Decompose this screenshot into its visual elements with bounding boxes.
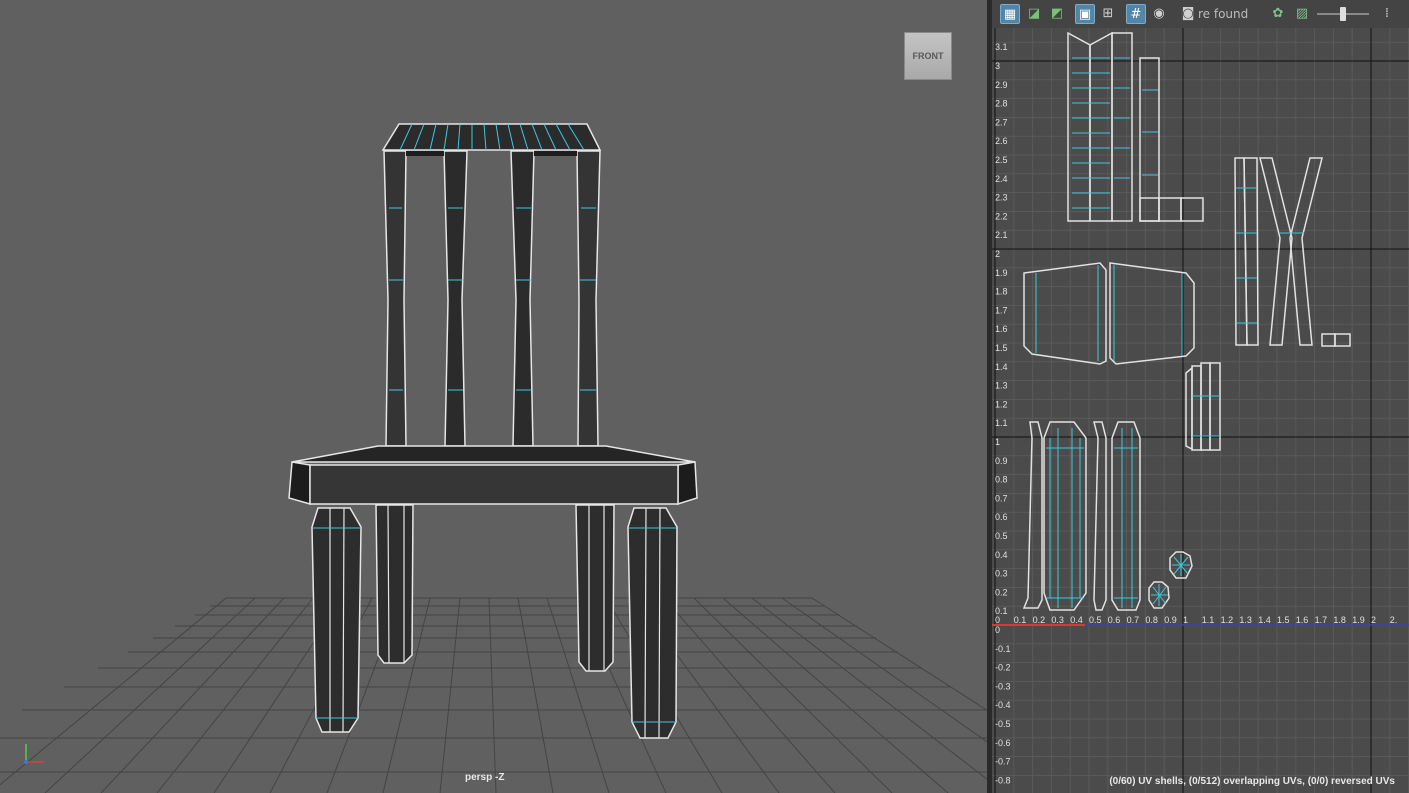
chair-mesh[interactable] bbox=[288, 123, 698, 739]
v-tick-label: 1.1 bbox=[995, 418, 1008, 428]
v-tick-label: 2.1 bbox=[995, 230, 1008, 240]
v-tick-label: -0.2 bbox=[995, 663, 1011, 673]
v-tick-label: 1.7 bbox=[995, 305, 1008, 315]
u-tick-label: 1.9 bbox=[1352, 615, 1365, 625]
v-tick-label: 2.8 bbox=[995, 99, 1008, 109]
u-tick-label: 1.2 bbox=[1221, 615, 1234, 625]
v-tick-label: 0.2 bbox=[995, 587, 1008, 597]
v-tick-label: 1.4 bbox=[995, 362, 1008, 372]
v-tick-label: 2.9 bbox=[995, 80, 1008, 90]
shell-alt-icon[interactable]: ◩ bbox=[1047, 4, 1067, 24]
u-tick-label: 0.8 bbox=[1145, 615, 1158, 625]
v-tick-label: 0.7 bbox=[995, 493, 1008, 503]
v-tick-label: 2.7 bbox=[995, 117, 1008, 127]
uv-shell-seat[interactable] bbox=[1023, 262, 1195, 365]
axis-gizmo bbox=[24, 744, 44, 764]
u-tick-label: 1.1 bbox=[1202, 615, 1215, 625]
u-tick-label: 0.4 bbox=[1070, 615, 1083, 625]
u-tick-label: 1.7 bbox=[1315, 615, 1328, 625]
checker-icon[interactable]: ◉ bbox=[1149, 4, 1169, 24]
u-tick-label: 0.2 bbox=[1033, 615, 1046, 625]
v-tick-label: 1.9 bbox=[995, 268, 1008, 278]
front-left-leg[interactable] bbox=[311, 507, 362, 733]
u-tick-label: 2 bbox=[1371, 615, 1376, 625]
v-tick-label: 1.6 bbox=[995, 324, 1008, 334]
uv-shells[interactable] bbox=[1022, 31, 1351, 611]
v-tick-label: 2.5 bbox=[995, 155, 1008, 165]
v-tick-label: -0.5 bbox=[995, 719, 1011, 729]
u-tick-label: 0 bbox=[995, 615, 1000, 625]
brightness-slider-handle[interactable] bbox=[1340, 7, 1346, 21]
uv-status-bar: (0/60) UV shells, (0/512) overlapping UV… bbox=[1109, 776, 1395, 787]
v-tick-label: -0.1 bbox=[995, 644, 1011, 654]
v-tick-label: 0.6 bbox=[995, 512, 1008, 522]
v-tick-label: 2.4 bbox=[995, 174, 1008, 184]
v-tick-label: 0.4 bbox=[995, 550, 1008, 560]
v-tick-label: 0.8 bbox=[995, 475, 1008, 485]
texture-border-icon[interactable]: ▣ bbox=[1075, 4, 1095, 24]
u-axis-labels: 0 0.1 0.2 0.3 0.4 0.5 0.6 0.7 0.8 0.9 1 1.1 1.2 1.3 1.… bbox=[995, 615, 1397, 625]
front-right-leg[interactable] bbox=[627, 507, 678, 739]
image-search-label[interactable]: re found bbox=[1198, 7, 1248, 21]
uv-grid-icon[interactable]: ▦ bbox=[1000, 4, 1020, 24]
u-tick-label: 1.6 bbox=[1296, 615, 1309, 625]
u-tick-label: 1.5 bbox=[1277, 615, 1290, 625]
v-tick-label: 2.2 bbox=[995, 211, 1008, 221]
uv-shell-posts[interactable] bbox=[1234, 157, 1351, 347]
back-right-leg[interactable] bbox=[575, 504, 615, 672]
v-tick-label: 0.5 bbox=[995, 531, 1008, 541]
u-tick-label: 1.3 bbox=[1239, 615, 1252, 625]
v-tick-label: 1.3 bbox=[995, 381, 1008, 391]
u-tick-label: 1.8 bbox=[1333, 615, 1346, 625]
v-tick-label: 2.6 bbox=[995, 136, 1008, 146]
uv-shell-legs[interactable] bbox=[1022, 421, 1141, 611]
v-tick-label: 1 bbox=[995, 437, 1000, 447]
v-tick-label: 0.3 bbox=[995, 569, 1008, 579]
uv-canvas[interactable]: 3.1 3 2.9 2.8 2.7 2.6 2.5 2.4 2.3 2.2 2.1 2 1.9 1.8 1.… bbox=[992, 28, 1409, 793]
uv-toolbar: ▦ ◪ ◩ ▣ ⊞ # ◉ ◙ re found ✿ ▨ ⁞ bbox=[992, 0, 1409, 29]
uv-shell-caps[interactable] bbox=[1148, 551, 1193, 609]
uv-grid[interactable]: 3.132.92.82.72.62.52.42.32.22.121.91.81.… bbox=[992, 28, 1409, 793]
v-tick-label: 1.2 bbox=[995, 399, 1008, 409]
u-tick-label: 0.3 bbox=[1051, 615, 1064, 625]
view-cube[interactable]: FRONT bbox=[904, 32, 952, 80]
v-tick-label: 0 bbox=[995, 625, 1000, 635]
backrest[interactable] bbox=[381, 123, 602, 447]
v-tick-label: -0.7 bbox=[995, 757, 1011, 767]
isolate-icon[interactable]: ✿ bbox=[1268, 4, 1288, 24]
camera-label: persp -Z bbox=[465, 772, 505, 783]
shell-icon[interactable]: ◪ bbox=[1024, 4, 1044, 24]
v-tick-label: 2 bbox=[995, 249, 1000, 259]
u-tick-label: 0.7 bbox=[1127, 615, 1140, 625]
ground-grid bbox=[0, 597, 987, 793]
u-tick-label: 1.4 bbox=[1258, 615, 1271, 625]
v-tick-label: 1.5 bbox=[995, 343, 1008, 353]
u-tick-label: 0.1 bbox=[1014, 615, 1027, 625]
v-tick-label: -0.6 bbox=[995, 738, 1011, 748]
v-tick-label: -0.3 bbox=[995, 681, 1011, 691]
v-tick-label: 1.8 bbox=[995, 287, 1008, 297]
v-tick-label: -0.4 bbox=[995, 700, 1011, 710]
v-tick-label: 3.1 bbox=[995, 42, 1008, 52]
frame-icon[interactable]: ⊞ bbox=[1098, 4, 1118, 24]
u-tick-label: 0.5 bbox=[1089, 615, 1102, 625]
u-tick-label: 0.6 bbox=[1108, 615, 1121, 625]
perspective-viewport[interactable]: FRONT persp -Z bbox=[0, 0, 987, 793]
v-tick-label: 3 bbox=[995, 61, 1000, 71]
dim-icon[interactable]: ⁞ bbox=[1377, 4, 1397, 24]
v-tick-label: -0.8 bbox=[995, 775, 1011, 785]
v-tick-label: 2.3 bbox=[995, 193, 1008, 203]
v-tick-label: 0.9 bbox=[995, 456, 1008, 466]
back-left-leg[interactable] bbox=[375, 504, 414, 664]
camera-icon[interactable]: ◙ bbox=[1178, 4, 1198, 24]
u-tick-label: 0.9 bbox=[1164, 615, 1177, 625]
u-tick-label: 1 bbox=[1183, 615, 1188, 625]
uv-editor-panel: ▦ ◪ ◩ ▣ ⊞ # ◉ ◙ re found ✿ ▨ ⁞ 3.1 3 2.9 2.… bbox=[992, 0, 1409, 793]
viewport-scene[interactable] bbox=[0, 0, 987, 793]
seat[interactable] bbox=[288, 445, 698, 506]
u-tick-label: 2. bbox=[1390, 615, 1398, 625]
grid-icon[interactable]: # bbox=[1126, 4, 1146, 24]
image-icon[interactable]: ▨ bbox=[1292, 4, 1312, 24]
